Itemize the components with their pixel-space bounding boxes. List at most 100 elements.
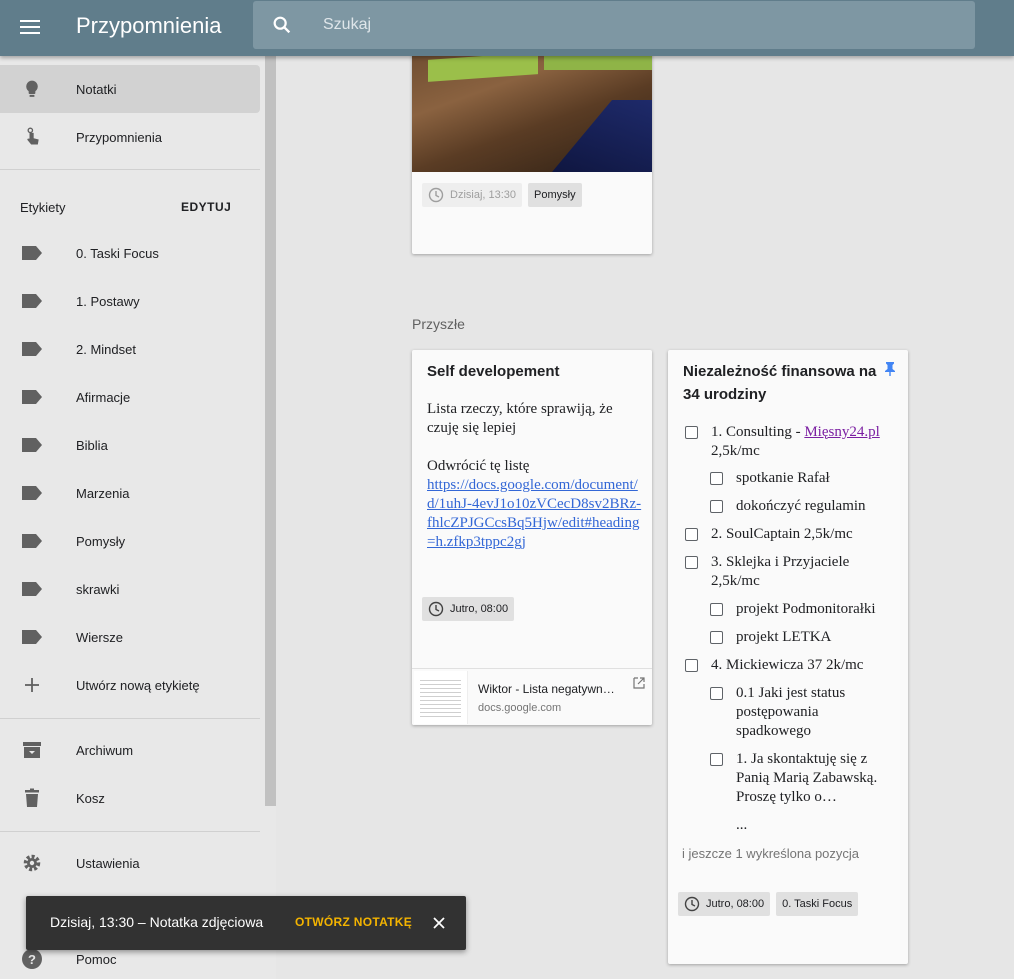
card-chips: Jutro, 08:00 0. Taski Focus xyxy=(678,892,864,916)
label-icon xyxy=(22,246,42,260)
note-card-self-development[interactable]: Self developement Lista rzeczy, które sp… xyxy=(412,350,652,725)
link-preview-title: Wiktor - Lista negatywn… xyxy=(478,682,615,696)
sidebar-item-label: Notatki xyxy=(76,81,117,97)
sidebar-item-label-4[interactable]: Biblia xyxy=(0,421,260,469)
sidebar-item-label: Pomoc xyxy=(76,951,117,967)
search-bar[interactable] xyxy=(253,1,975,49)
reminder-chip[interactable]: Jutro, 08:00 xyxy=(422,597,515,621)
note-link[interactable]: Mięsny24.pl xyxy=(804,424,879,440)
label-icon xyxy=(22,438,42,452)
snackbar-message: Dzisiaj, 13:30 – Notatka zdjęciowa xyxy=(50,914,264,930)
sidebar-item-label: skrawki xyxy=(76,581,120,597)
checklist-item: dokończyć regulamin xyxy=(736,498,866,514)
photo-green-sheet xyxy=(428,52,538,82)
reminder-hand-icon xyxy=(27,127,39,145)
edit-labels-button[interactable]: EDYTUJ xyxy=(181,200,231,214)
sidebar-item-label-1[interactable]: 1. Postawy xyxy=(0,277,260,325)
sidebar-item-label-5[interactable]: Marzenia xyxy=(0,469,260,517)
reminder-chip-text: Jutro, 08:00 xyxy=(706,898,765,910)
open-external-icon[interactable] xyxy=(633,677,645,689)
label-chip[interactable]: Pomysły xyxy=(528,183,582,207)
note-card-finance[interactable]: Niezależność finansowa na 34 urodziny 1.… xyxy=(668,350,908,964)
note-photo xyxy=(412,40,652,172)
sidebar-item-notes[interactable]: Notatki xyxy=(0,65,260,113)
sidebar: Notatki Przypomnienia Etykiety EDYTUJ 0.… xyxy=(0,56,276,979)
search-icon[interactable] xyxy=(271,14,293,36)
sidebar-item-label-2[interactable]: 2. Mindset xyxy=(0,325,260,373)
sidebar-item-settings[interactable]: Ustawienia xyxy=(0,839,260,887)
more-items-text: i jeszcze 1 wykreślona pozycja xyxy=(682,846,860,861)
checkbox[interactable] xyxy=(685,556,698,569)
reminder-chip-text: Jutro, 08:00 xyxy=(450,603,509,615)
checkbox[interactable] xyxy=(685,528,698,541)
sidebar-item-label: Biblia xyxy=(76,437,108,453)
label-icon xyxy=(22,486,42,500)
sidebar-item-label-0[interactable]: 0. Taski Focus xyxy=(0,229,260,277)
link-preview[interactable]: Wiktor - Lista negatywn… docs.google.com xyxy=(412,668,652,725)
close-icon[interactable] xyxy=(430,914,448,932)
sidebar-item-label-3[interactable]: Afirmacje xyxy=(0,373,260,421)
open-note-button[interactable]: OTWÓRZ NOTATKĘ xyxy=(295,915,412,929)
trash-icon xyxy=(25,788,39,807)
photo-note-card[interactable]: Dzisiaj, 13:30 Pomysły xyxy=(412,40,652,254)
reminder-chip[interactable]: Dzisiaj, 13:30 xyxy=(422,183,523,207)
app-header: Przypomnienia xyxy=(0,0,1014,56)
divider xyxy=(0,831,260,832)
svg-text:?: ? xyxy=(28,952,36,967)
gear-icon xyxy=(23,854,41,872)
snackbar: Dzisiaj, 13:30 – Notatka zdjęciowa OTWÓR… xyxy=(26,896,466,950)
create-label-button[interactable]: Utwórz nową etykietę xyxy=(0,661,260,709)
checkbox[interactable] xyxy=(685,659,698,672)
photo-blue-fabric xyxy=(552,100,652,172)
label-chip[interactable]: 0. Taski Focus xyxy=(776,892,859,916)
checklist-item: 2. SoulCaptain 2,5k/mc xyxy=(711,526,853,542)
sidebar-item-archive[interactable]: Archiwum xyxy=(0,726,260,774)
sidebar-item-label: Kosz xyxy=(76,790,105,806)
note-body-text: Odwrócić tę listę xyxy=(427,458,530,474)
clock-icon xyxy=(684,896,700,912)
clock-icon xyxy=(428,187,444,203)
pin-icon[interactable] xyxy=(884,362,896,376)
checklist-item: projekt Podmonitorałki xyxy=(736,601,876,617)
sidebar-item-label-8[interactable]: Wiersze xyxy=(0,613,260,661)
checklist-item: projekt LETKA xyxy=(736,629,832,645)
sidebar-item-label: Wiersze xyxy=(76,629,123,645)
photo-green-sheet xyxy=(544,56,652,70)
checkbox[interactable] xyxy=(710,603,723,616)
note-title: Niezależność finansowa na 34 urodziny xyxy=(683,363,877,403)
sidebar-item-label-7[interactable]: skrawki xyxy=(0,565,260,613)
sidebar-item-trash[interactable]: Kosz xyxy=(0,774,260,822)
checkbox[interactable] xyxy=(710,753,723,766)
checklist-item: 4. Mickiewicza 37 2k/mc xyxy=(711,657,864,673)
checklist-item: 1. Ja skontaktuję się z Panią Marią Zaba… xyxy=(736,751,878,805)
checkbox[interactable] xyxy=(710,500,723,513)
sidebar-item-label: Archiwum xyxy=(76,742,134,758)
checklist-item: 0.1 Jaki jest status postępowania spadko… xyxy=(736,685,846,739)
reminder-chip-text: Dzisiaj, 13:30 xyxy=(450,189,517,201)
search-input[interactable] xyxy=(323,1,943,49)
sidebar-item-label: Utwórz nową etykietę xyxy=(76,677,200,693)
lightbulb-icon xyxy=(26,80,38,97)
sidebar-item-label: 2. Mindset xyxy=(76,341,136,357)
label-icon xyxy=(22,294,42,308)
checklist-item: 3. Sklejka i Przyjaciele 2,5k/mc xyxy=(711,554,850,589)
help-icon: ? xyxy=(22,949,42,969)
checkbox[interactable] xyxy=(710,687,723,700)
sidebar-item-label: 0. Taski Focus xyxy=(76,245,159,261)
checkbox[interactable] xyxy=(710,472,723,485)
plus-icon xyxy=(25,678,39,692)
sidebar-item-label-6[interactable]: Pomysły xyxy=(0,517,260,565)
reminder-chip[interactable]: Jutro, 08:00 xyxy=(678,892,771,916)
checkbox[interactable] xyxy=(710,631,723,644)
card-chips: Dzisiaj, 13:30 Pomysły xyxy=(422,183,588,207)
sidebar-scrollbar[interactable] xyxy=(265,56,276,806)
sidebar-item-reminders[interactable]: Przypomnienia xyxy=(0,113,260,161)
label-icon xyxy=(22,342,42,356)
menu-icon[interactable] xyxy=(18,16,42,40)
clock-icon xyxy=(428,601,444,617)
sidebar-item-label: Marzenia xyxy=(76,485,130,501)
checkbox[interactable] xyxy=(685,426,698,439)
note-link[interactable]: https://docs.google.com/document/d/1uhJ-… xyxy=(427,476,642,552)
card-chips: Jutro, 08:00 xyxy=(422,597,520,622)
section-heading: Przyszłe xyxy=(412,316,465,332)
